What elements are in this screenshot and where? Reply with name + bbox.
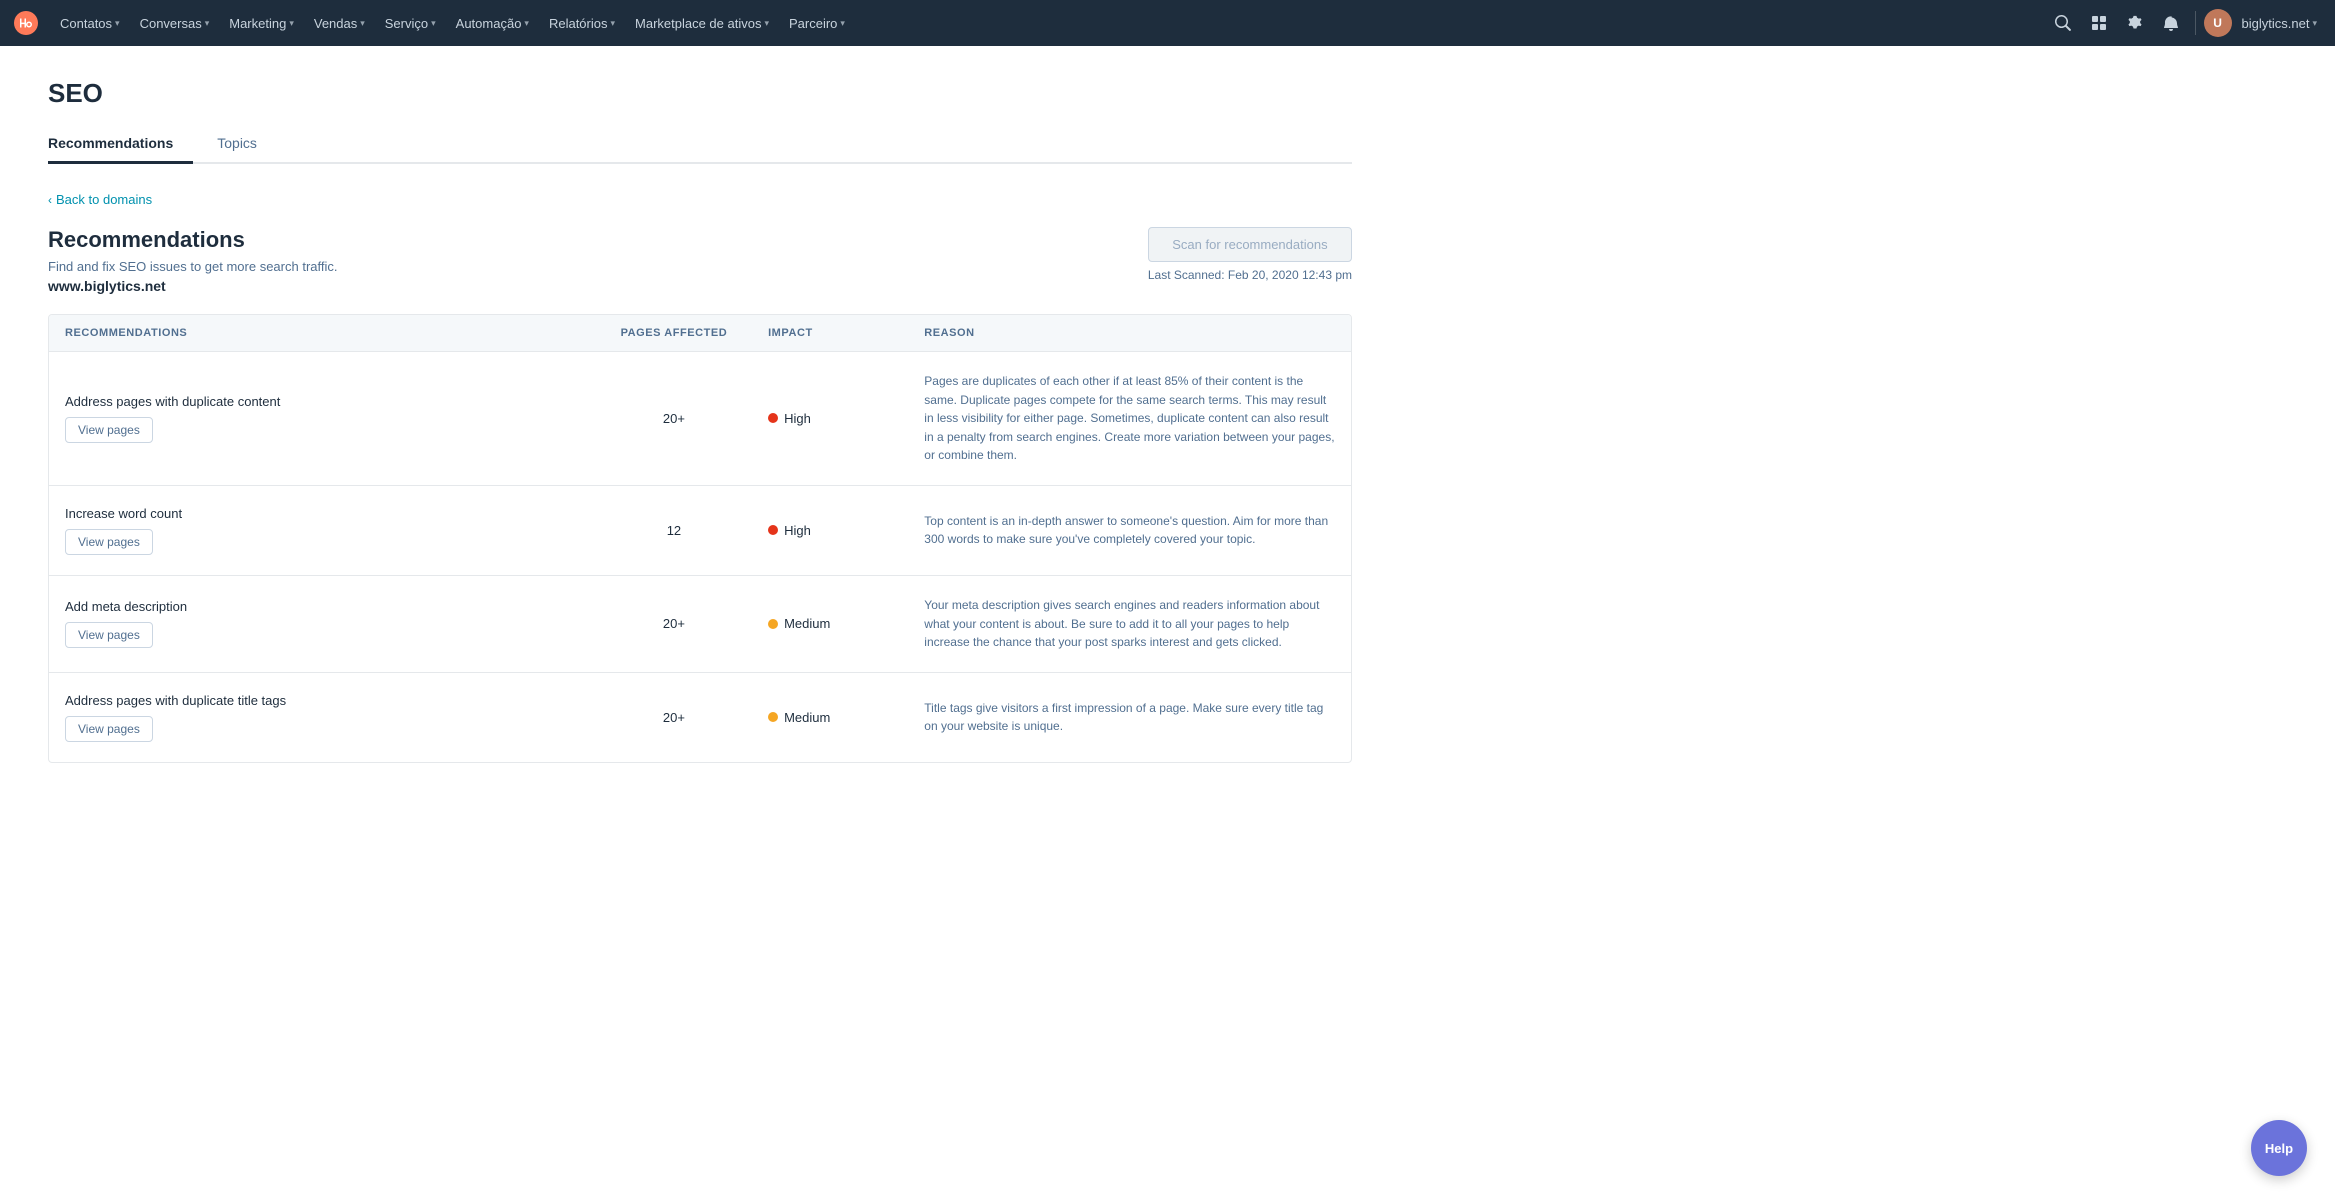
recommendations-title: Recommendations (48, 227, 338, 253)
chevron-down-icon: ▾ (205, 18, 210, 29)
reason-cell-0: Pages are duplicates of each other if at… (908, 352, 1351, 486)
main-content: ‹ Back to domains Recommendations Find a… (48, 164, 1352, 763)
table-body: Address pages with duplicate content Vie… (49, 352, 1351, 762)
pages-count-1: 12 (612, 523, 736, 538)
reason-text-1: Top content is an in-depth answer to som… (924, 512, 1335, 549)
chevron-down-icon: ▾ (2312, 18, 2317, 29)
col-header-pages: PAGES AFFECTED (596, 315, 752, 352)
rec-name-3: Address pages with duplicate title tags (65, 693, 580, 708)
pages-cell-3: 20+ (596, 672, 752, 762)
rec-name-2: Add meta description (65, 599, 580, 614)
nav-parceiro[interactable]: Parceiro ▾ (781, 0, 853, 46)
tab-bar: Recommendations Topics (48, 125, 1352, 164)
impact-cell-2: Medium (752, 575, 908, 672)
avatar[interactable]: U (2204, 9, 2232, 37)
notifications-button[interactable] (2155, 7, 2187, 39)
impact-cell-0: High (752, 352, 908, 486)
back-to-domains-link[interactable]: ‹ Back to domains (48, 192, 1352, 207)
nav-vendas[interactable]: Vendas ▾ (306, 0, 373, 46)
impact-dot-1 (768, 525, 778, 535)
chevron-down-icon: ▾ (840, 18, 845, 29)
pages-cell-2: 20+ (596, 575, 752, 672)
pages-cell-0: 20+ (596, 352, 752, 486)
reason-cell-1: Top content is an in-depth answer to som… (908, 485, 1351, 575)
table-row: Add meta description View pages 20+ Medi… (49, 575, 1351, 672)
col-header-reason: REASON (908, 315, 1351, 352)
chevron-down-icon: ▾ (764, 18, 769, 29)
recommendations-info: Recommendations Find and fix SEO issues … (48, 227, 338, 294)
impact-label-0: High (784, 411, 811, 426)
impact-cell-1: High (752, 485, 908, 575)
pages-count-0: 20+ (612, 411, 736, 426)
reason-text-0: Pages are duplicates of each other if at… (924, 372, 1335, 465)
chevron-down-icon: ▾ (431, 18, 436, 29)
scan-for-recommendations-button[interactable]: Scan for recommendations (1148, 227, 1352, 262)
nav-marketing[interactable]: Marketing ▾ (221, 0, 302, 46)
topnav-right-actions: U biglytics.net ▾ (2047, 7, 2323, 39)
col-header-impact: IMPACT (752, 315, 908, 352)
impact-label-3: Medium (784, 710, 830, 725)
chevron-down-icon: ▾ (610, 18, 615, 29)
impact-dot-2 (768, 619, 778, 629)
help-button[interactable]: Help (2251, 1120, 2307, 1176)
nav-relatorios[interactable]: Relatórios ▾ (541, 0, 623, 46)
nav-conversas[interactable]: Conversas ▾ (132, 0, 218, 46)
reason-text-3: Title tags give visitors a first impress… (924, 699, 1335, 736)
chevron-down-icon: ▾ (289, 18, 294, 29)
recommendations-table: RECOMMENDATIONS PAGES AFFECTED IMPACT RE… (48, 314, 1352, 763)
col-header-recommendations: RECOMMENDATIONS (49, 315, 596, 352)
impact-dot-3 (768, 712, 778, 722)
search-button[interactable] (2047, 7, 2079, 39)
chevron-down-icon: ▾ (115, 18, 120, 29)
recommendations-domain: www.biglytics.net (48, 278, 338, 294)
pages-count-3: 20+ (612, 710, 736, 725)
impact-label-2: Medium (784, 616, 830, 631)
domain-selector[interactable]: biglytics.net ▾ (2236, 16, 2323, 31)
top-navigation: Contatos ▾ Conversas ▾ Marketing ▾ Venda… (0, 0, 2335, 46)
reason-cell-2: Your meta description gives search engin… (908, 575, 1351, 672)
table-row: Address pages with duplicate content Vie… (49, 352, 1351, 486)
view-pages-button-2[interactable]: View pages (65, 622, 153, 648)
reason-text-2: Your meta description gives search engin… (924, 596, 1335, 652)
impact-dot-0 (768, 413, 778, 423)
chevron-left-icon: ‹ (48, 193, 52, 207)
table-header: RECOMMENDATIONS PAGES AFFECTED IMPACT RE… (49, 315, 1351, 352)
rec-cell-1: Increase word count View pages (49, 485, 596, 575)
rec-name-1: Increase word count (65, 506, 580, 521)
nav-contatos[interactable]: Contatos ▾ (52, 0, 128, 46)
nav-automacao[interactable]: Automação ▾ (448, 0, 537, 46)
scan-section: Scan for recommendations Last Scanned: F… (1148, 227, 1352, 282)
hubspot-logo[interactable] (12, 9, 40, 37)
nav-marketplace[interactable]: Marketplace de ativos ▾ (627, 0, 777, 46)
view-pages-button-0[interactable]: View pages (65, 417, 153, 443)
chevron-down-icon: ▾ (360, 18, 365, 29)
rec-name-0: Address pages with duplicate content (65, 394, 580, 409)
view-pages-button-3[interactable]: View pages (65, 716, 153, 742)
chevron-down-icon: ▾ (524, 18, 529, 29)
rec-cell-2: Add meta description View pages (49, 575, 596, 672)
nav-servico[interactable]: Serviço ▾ (377, 0, 444, 46)
tab-topics[interactable]: Topics (217, 125, 277, 164)
nav-divider (2195, 11, 2196, 35)
impact-label-1: High (784, 523, 811, 538)
view-pages-button-1[interactable]: View pages (65, 529, 153, 555)
settings-button[interactable] (2119, 7, 2151, 39)
reason-cell-3: Title tags give visitors a first impress… (908, 672, 1351, 762)
impact-cell-3: Medium (752, 672, 908, 762)
page-title: SEO (48, 78, 1352, 109)
page-content: SEO Recommendations Topics ‹ Back to dom… (0, 46, 1400, 795)
table-row: Address pages with duplicate title tags … (49, 672, 1351, 762)
recommendations-header: Recommendations Find and fix SEO issues … (48, 227, 1352, 294)
recommendations-subtitle: Find and fix SEO issues to get more sear… (48, 259, 338, 274)
pages-count-2: 20+ (612, 616, 736, 631)
tab-recommendations[interactable]: Recommendations (48, 125, 193, 164)
pages-cell-1: 12 (596, 485, 752, 575)
last-scanned-label: Last Scanned: Feb 20, 2020 12:43 pm (1148, 268, 1352, 282)
table-row: Increase word count View pages 12 High T… (49, 485, 1351, 575)
rec-cell-0: Address pages with duplicate content Vie… (49, 352, 596, 486)
marketplace-icon-btn[interactable] (2083, 7, 2115, 39)
rec-cell-3: Address pages with duplicate title tags … (49, 672, 596, 762)
